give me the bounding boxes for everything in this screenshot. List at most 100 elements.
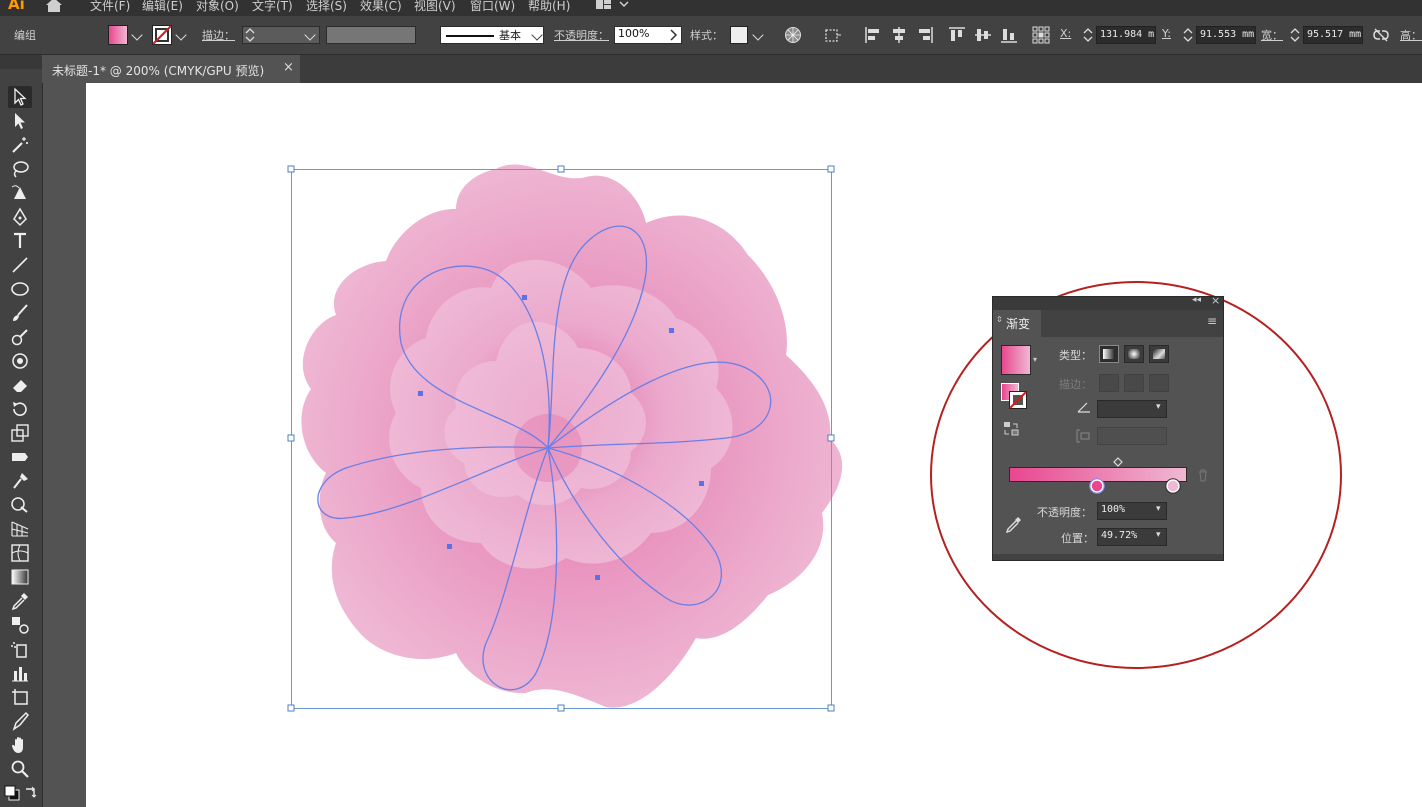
- stroke-along-button[interactable]: [1124, 374, 1144, 392]
- shape-builder-tool[interactable]: [8, 494, 32, 516]
- color-stop-selected[interactable]: [1089, 478, 1105, 494]
- menu-select[interactable]: 选择(S): [306, 0, 347, 14]
- y-stepper-icon[interactable]: [1183, 28, 1193, 42]
- scale-tool[interactable]: [8, 422, 32, 444]
- gradient-preview-swatch[interactable]: [1001, 345, 1031, 375]
- curvature-tool[interactable]: [8, 182, 32, 204]
- align-to-icon[interactable]: [824, 26, 842, 44]
- gradient-tool[interactable]: [8, 566, 32, 588]
- stop-opacity-field[interactable]: 100% ▾: [1097, 502, 1167, 520]
- width-field[interactable]: 95.517 mm: [1303, 26, 1363, 44]
- eyedropper-tool[interactable]: [8, 590, 32, 612]
- variable-width-profile[interactable]: [326, 26, 416, 44]
- resize-handle-top-right[interactable]: [827, 165, 835, 173]
- stroke-none-icon[interactable]: [1009, 391, 1027, 409]
- resize-handle-top[interactable]: [557, 165, 565, 173]
- resize-handle-right[interactable]: [827, 434, 835, 442]
- location-field[interactable]: 49.72% ▾: [1097, 528, 1167, 546]
- close-panel-icon[interactable]: ×: [1211, 294, 1220, 307]
- menu-window[interactable]: 窗口(W): [470, 0, 515, 14]
- color-stop-end[interactable]: [1165, 478, 1181, 494]
- ellipse-tool[interactable]: [8, 278, 32, 300]
- menu-effect[interactable]: 效果(C): [360, 0, 402, 14]
- x-label[interactable]: X:: [1060, 27, 1071, 43]
- x-field[interactable]: 131.984 m: [1096, 26, 1156, 44]
- swap-fill-stroke-icon[interactable]: [24, 785, 38, 799]
- workspace-switcher-icon[interactable]: [596, 0, 632, 12]
- stroke-dropdown-icon[interactable]: [175, 29, 187, 41]
- panel-resize-bar[interactable]: [993, 554, 1223, 560]
- reverse-gradient-icon[interactable]: [1003, 421, 1019, 437]
- flower-illustration[interactable]: [301, 164, 843, 708]
- resize-handle-bottom-left[interactable]: [287, 704, 295, 712]
- menu-file[interactable]: 文件(F): [90, 0, 130, 14]
- angle-dropdown-icon[interactable]: ▾: [1156, 402, 1161, 412]
- recolor-artwork-icon[interactable]: [784, 26, 802, 44]
- blob-brush-tool[interactable]: [8, 350, 32, 372]
- radial-gradient-button[interactable]: [1124, 345, 1144, 363]
- graphic-style-swatch[interactable]: [730, 26, 748, 44]
- align-center-horizontal-icon[interactable]: [890, 26, 908, 44]
- fill-dropdown-icon[interactable]: [131, 29, 143, 41]
- opacity-expand-icon[interactable]: [670, 29, 678, 41]
- graphic-style-dropdown-icon[interactable]: [752, 29, 764, 41]
- delete-stop-icon[interactable]: [1197, 469, 1209, 482]
- menu-view[interactable]: 视图(V): [414, 0, 456, 14]
- line-segment-tool[interactable]: [8, 254, 32, 276]
- menu-object[interactable]: 对象(O): [196, 0, 239, 14]
- stroke-within-button[interactable]: [1099, 374, 1119, 392]
- linear-gradient-button[interactable]: [1099, 345, 1119, 363]
- location-dropdown-icon[interactable]: ▾: [1156, 530, 1161, 540]
- zoom-tool[interactable]: [8, 758, 32, 780]
- align-bottom-icon[interactable]: [1000, 26, 1018, 44]
- y-label[interactable]: Y:: [1162, 27, 1171, 43]
- menu-help[interactable]: 帮助(H): [528, 0, 570, 14]
- height-label[interactable]: 高：: [1400, 27, 1422, 43]
- rotate-tool[interactable]: [8, 398, 32, 420]
- eyedropper-icon[interactable]: [1005, 515, 1023, 533]
- align-left-icon[interactable]: [864, 26, 882, 44]
- blend-tool[interactable]: [8, 614, 32, 636]
- slice-tool[interactable]: [8, 710, 32, 732]
- width-stepper-icon[interactable]: [1290, 28, 1300, 42]
- tools-panel-header[interactable]: [0, 55, 42, 69]
- collapse-panel-icon[interactable]: ◂◂: [1192, 295, 1201, 305]
- document-tab[interactable]: 未标题-1* @ 200% (CMYK/GPU 预览) ×: [42, 55, 300, 83]
- resize-handle-left[interactable]: [287, 434, 295, 442]
- resize-handle-top-left[interactable]: [287, 165, 295, 173]
- width-tool[interactable]: [8, 446, 32, 468]
- x-stepper-icon[interactable]: [1083, 28, 1093, 42]
- align-right-icon[interactable]: [916, 26, 934, 44]
- stroke-none-swatch[interactable]: [152, 25, 172, 45]
- gradient-preset-dropdown-icon[interactable]: ▾: [1033, 355, 1037, 364]
- align-center-vertical-icon[interactable]: [974, 26, 992, 44]
- y-field[interactable]: 91.553 mm: [1196, 26, 1256, 44]
- stop-opacity-dropdown-icon[interactable]: ▾: [1156, 504, 1161, 514]
- lasso-tool[interactable]: [8, 158, 32, 180]
- direct-selection-tool[interactable]: [8, 110, 32, 132]
- eraser-tool[interactable]: [8, 374, 32, 396]
- width-label[interactable]: 宽：: [1261, 27, 1283, 43]
- resize-handle-bottom-right[interactable]: [827, 704, 835, 712]
- freeform-gradient-button[interactable]: [1149, 345, 1169, 363]
- tab-gradient[interactable]: ⇕ 渐变: [993, 310, 1041, 337]
- hand-tool[interactable]: [8, 734, 32, 756]
- close-icon[interactable]: ×: [283, 60, 294, 75]
- opacity-label[interactable]: 不透明度：: [554, 27, 609, 43]
- default-fill-stroke-icon[interactable]: [4, 785, 20, 801]
- angle-field[interactable]: ▾: [1097, 400, 1167, 418]
- perspective-grid-tool[interactable]: [8, 518, 32, 540]
- stroke-across-button[interactable]: [1149, 374, 1169, 392]
- align-top-icon[interactable]: [948, 26, 966, 44]
- magic-wand-tool[interactable]: [8, 134, 32, 156]
- midpoint-diamond-icon[interactable]: [1113, 457, 1123, 467]
- puppet-warp-tool[interactable]: [8, 470, 32, 492]
- constrain-proportions-icon[interactable]: [1372, 26, 1390, 44]
- menu-edit[interactable]: 编辑(E): [142, 0, 183, 14]
- symbol-sprayer-tool[interactable]: [8, 638, 32, 660]
- paintbrush-tool[interactable]: [8, 302, 32, 324]
- aspect-ratio-field[interactable]: [1097, 427, 1167, 445]
- selection-tool[interactable]: [8, 86, 32, 108]
- column-graph-tool[interactable]: [8, 662, 32, 684]
- pen-tool[interactable]: [8, 206, 32, 228]
